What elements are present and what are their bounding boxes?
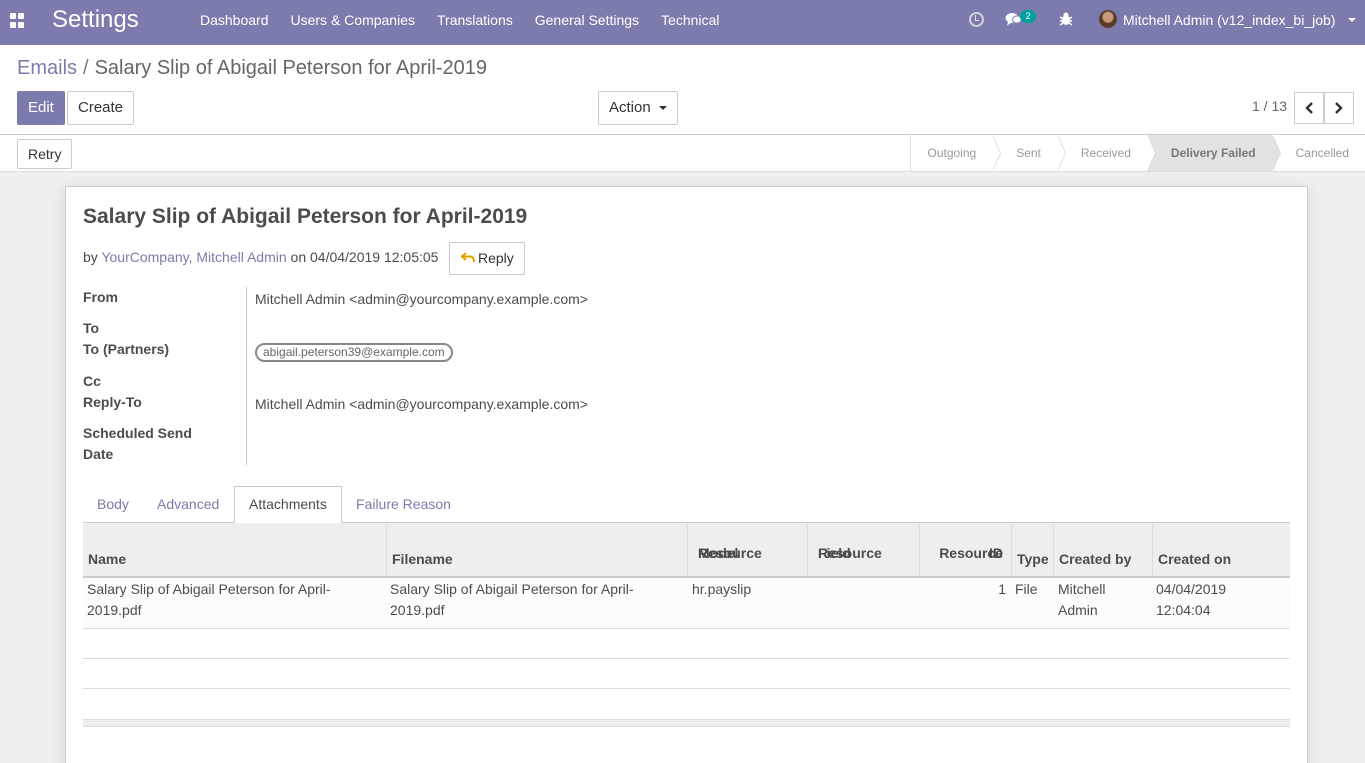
breadcrumb-separator: / [83, 57, 89, 79]
apps-menu-icon[interactable] [10, 13, 26, 29]
column-resource-model[interactable]: Resource Model [688, 523, 808, 576]
menu-dashboard[interactable]: Dashboard [189, 0, 280, 45]
table-footer [83, 719, 1290, 727]
column-created-by[interactable]: Created by [1054, 523, 1153, 576]
byline-author-link[interactable]: YourCompany, Mitchell Admin [101, 249, 286, 265]
to-partners-label: To (Partners) [83, 341, 170, 357]
column-filename[interactable]: Filename [387, 523, 688, 576]
pager-value: 1 / 13 [1252, 98, 1288, 114]
label-divider [246, 287, 247, 465]
menu-general-settings[interactable]: General Settings [524, 0, 650, 45]
row-divider [83, 658, 1290, 659]
column-resource-field[interactable]: Resource Field [808, 523, 920, 576]
user-menu-caret-icon[interactable] [1348, 18, 1356, 22]
app-title: Settings [52, 6, 139, 33]
cell-type: File [1015, 581, 1038, 597]
stage-cancelled[interactable]: Cancelled [1272, 135, 1365, 171]
tab-body[interactable]: Body [83, 486, 143, 523]
debug-bug-icon[interactable] [1058, 11, 1074, 27]
cell-name: Salary Slip of Abigail Peterson for Apri… [87, 581, 331, 618]
column-created-on[interactable]: Created on [1153, 523, 1290, 576]
stage-delivery-failed[interactable]: Delivery Failed [1146, 135, 1281, 171]
activity-clock-icon[interactable] [969, 12, 984, 27]
reply-label: Reply [478, 250, 514, 266]
action-label: Action [609, 99, 651, 116]
breadcrumb: Emails / Salary Slip of Abigail Peterson f… [17, 57, 487, 80]
column-name[interactable]: Name [83, 523, 387, 576]
action-caret-icon [658, 106, 667, 111]
tab-attachments[interactable]: Attachments [234, 486, 342, 524]
cell-resource-id: 1 [998, 581, 1006, 597]
stage-sent[interactable]: Sent [992, 135, 1066, 171]
column-resource-id[interactable]: Resource ID [920, 523, 1012, 576]
cell-filename: Salary Slip of Abigail Peterson for Apri… [390, 581, 634, 618]
tab-advanced[interactable]: Advanced [143, 486, 233, 523]
messages-count-badge: 2 [1020, 10, 1036, 23]
cell-created-on: 04/04/2019 12:04:04 [1156, 581, 1227, 618]
top-navbar: Settings Dashboard Users & Companies Tra… [0, 0, 1365, 45]
partner-tag[interactable]: abigail.peterson39@example.com [255, 343, 453, 362]
tab-failure-reason[interactable]: Failure Reason [342, 486, 465, 523]
retry-button[interactable]: Retry [17, 139, 73, 169]
chevron-right-icon [1335, 102, 1343, 114]
menu-technical[interactable]: Technical [650, 0, 730, 45]
create-button[interactable]: Create [67, 91, 135, 125]
cell-created-by: Mitchell Admin [1058, 581, 1106, 618]
to-label: To [83, 320, 100, 336]
byline-date: on 04/04/2019 12:05:05 [290, 249, 439, 265]
user-menu[interactable]: Mitchell Admin (v12_index_bi_job) [1123, 0, 1335, 40]
attachments-table-header: Name Filename Resource Model Resource Fiel… [83, 523, 1290, 578]
main-menu: Dashboard Users & Companies Translations… [189, 0, 730, 45]
email-subject: Salary Slip of Abigail Peterson for Apri… [83, 205, 528, 228]
pager-next-button[interactable] [1324, 92, 1354, 124]
from-value: Mitchell Admin <admin@yourcompany.exampl… [255, 291, 588, 307]
stage-outgoing[interactable]: Outgoing [911, 135, 1001, 171]
scheduled-date-label: Date [83, 446, 114, 462]
row-divider [83, 688, 1290, 689]
menu-users-companies[interactable]: Users & Companies [280, 0, 427, 45]
pager-previous-button[interactable] [1294, 92, 1324, 124]
control-panel: Emails / Salary Slip of Abigail Peterson f… [0, 45, 1365, 135]
reply-to-label: Reply-To [83, 394, 142, 410]
notebook-tabs: Body Advanced Attachments Failure Reason [83, 486, 1290, 524]
column-type[interactable]: Type [1012, 523, 1054, 576]
from-label: From [83, 289, 118, 305]
chevron-left-icon [1305, 102, 1313, 114]
edit-button[interactable]: Edit [17, 91, 65, 125]
scheduled-send-label: Scheduled Send [83, 425, 192, 441]
reply-button[interactable]: Reply [449, 242, 525, 275]
menu-translations[interactable]: Translations [426, 0, 524, 45]
stage-pipeline: Outgoing Sent Received Delivery Failed C… [910, 135, 1365, 172]
stage-received[interactable]: Received [1057, 135, 1156, 171]
action-dropdown[interactable]: Action [598, 91, 678, 125]
reply-arrow-icon [461, 252, 475, 263]
form-sheet: Salary Slip of Abigail Peterson for Apri… [65, 186, 1308, 763]
breadcrumb-current: Salary Slip of Abigail Peterson for Apri… [94, 57, 488, 79]
cell-resource-model: hr.payslip [692, 581, 752, 597]
status-bar: Retry Outgoing Sent Received Delivery Fa… [0, 135, 1365, 172]
byline-by: by [83, 249, 98, 265]
user-avatar[interactable] [1099, 10, 1117, 28]
cc-label: Cc [83, 373, 101, 389]
breadcrumb-emails-link[interactable]: Emails [17, 57, 77, 79]
reply-to-value: Mitchell Admin <admin@yourcompany.exampl… [255, 396, 588, 412]
email-byline: by YourCompany, Mitchell Admin on 04/04/… [83, 249, 438, 265]
row-divider [83, 628, 1290, 629]
